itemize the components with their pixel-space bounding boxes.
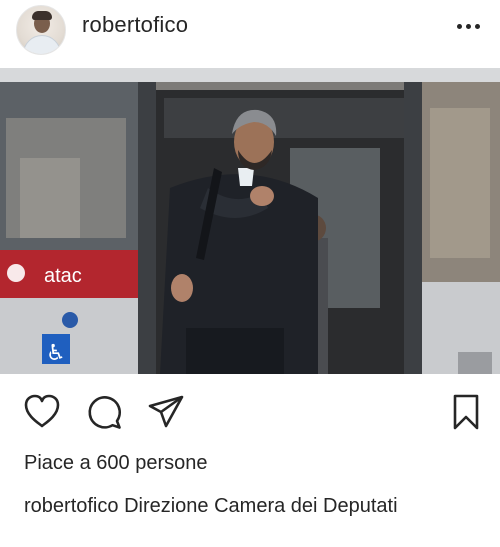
direct-share-icon[interactable] [146,392,186,432]
dot [474,23,480,29]
man-hand-side [171,274,193,302]
atac-emblem [7,264,25,282]
photo-illustration: atac ♿ [0,68,500,374]
bookmark-icon[interactable] [446,392,486,432]
more-options-icon[interactable] [454,18,482,34]
bus-badge [62,312,78,328]
comment-icon[interactable] [84,392,124,432]
heart-icon[interactable] [22,392,62,432]
right-building-reflection [430,108,490,258]
bus-interior-ceiling [164,98,406,138]
likes-count[interactable]: Piace a 600 persone [24,452,207,475]
dot [456,23,462,29]
post-photo[interactable]: atac ♿ [0,68,500,374]
caption-username[interactable]: robertofico [24,495,119,517]
avatar[interactable] [16,5,66,55]
caption-text: Direzione Camera dei Deputati [124,495,398,517]
bus-lower-panel-left [0,298,142,374]
bus-roof [0,68,500,82]
bus-light [458,352,492,374]
username[interactable]: robertofico [82,12,188,38]
door-frame-right [404,82,422,374]
dot [465,23,471,29]
avatar-hair [32,11,52,20]
post-header: robertofico [0,0,500,68]
bus-logo-text: atac [44,265,82,287]
man-trousers [186,328,284,374]
man-hand-chest [250,186,274,206]
post-caption: robertofico Direzione Camera dei Deputat… [24,492,484,521]
man-collar [238,168,254,186]
accessibility-symbol: ♿ [46,341,66,366]
window-reflection-building [20,158,80,238]
avatar-shirt [23,35,61,54]
post-actions [0,392,500,432]
door-frame-left [138,82,156,374]
